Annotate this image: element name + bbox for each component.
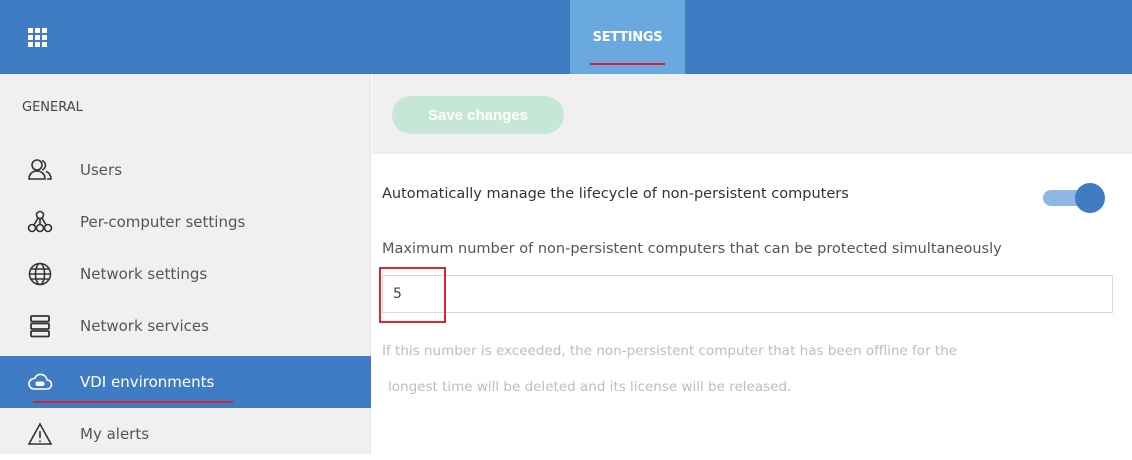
per-computer-settings-icon <box>27 209 53 235</box>
server-icon <box>27 313 53 339</box>
sidebar-item-my-alerts[interactable]: My alerts <box>0 408 371 460</box>
vdi-settings-panel: Automatically manage the lifecycle of no… <box>372 154 1132 454</box>
tab-active-underline <box>590 63 665 65</box>
sidebar-item-network-services[interactable]: Network services <box>0 300 371 352</box>
warning-icon <box>27 421 53 447</box>
save-changes-button[interactable]: Save changes <box>392 96 564 134</box>
auto-manage-label: Automatically manage the lifecycle of no… <box>382 186 849 202</box>
sidebar-item-label: VDI environments <box>80 373 215 391</box>
sidebar-item-label: Network services <box>80 317 209 335</box>
active-item-underline <box>33 401 233 403</box>
sidebar-heading: GENERAL <box>22 100 83 115</box>
globe-icon <box>27 261 53 287</box>
toggle-knob <box>1075 183 1105 213</box>
vdi-cloud-icon <box>27 369 53 395</box>
help-text-line-1: If this number is exceeded, the non-pers… <box>382 343 958 359</box>
sidebar-item-label: Network settings <box>80 265 208 283</box>
sidebar-item-label: Users <box>80 161 123 179</box>
sidebar-item-label: My alerts <box>80 425 150 443</box>
tab-settings-label: SETTINGS <box>592 29 663 45</box>
auto-manage-toggle[interactable] <box>1043 183 1105 213</box>
tab-settings[interactable]: SETTINGS <box>570 0 685 74</box>
sidebar-item-vdi-environments[interactable]: VDI environments <box>0 356 371 408</box>
sidebar-item-users[interactable]: Users <box>0 144 371 196</box>
help-text-line-2: longest time will be deleted and its lic… <box>388 379 792 395</box>
sidebar-item-label: Per-computer settings <box>80 213 246 231</box>
apps-menu-button[interactable] <box>0 0 74 74</box>
users-icon <box>27 157 53 183</box>
toolbar: Save changes <box>372 74 1132 154</box>
max-computers-help: If this number is exceeded, the non-pers… <box>382 333 1127 405</box>
sidebar: GENERAL Users Per-computer settings Netw… <box>0 74 371 454</box>
top-bar: SETTINGS <box>0 0 1132 74</box>
sidebar-item-per-computer-settings[interactable]: Per-computer settings <box>0 196 371 248</box>
apps-grid-icon <box>27 27 47 47</box>
sidebar-item-network-settings[interactable]: Network settings <box>0 248 371 300</box>
max-computers-input[interactable] <box>382 275 1113 313</box>
max-computers-label: Maximum number of non-persistent compute… <box>382 241 1002 257</box>
